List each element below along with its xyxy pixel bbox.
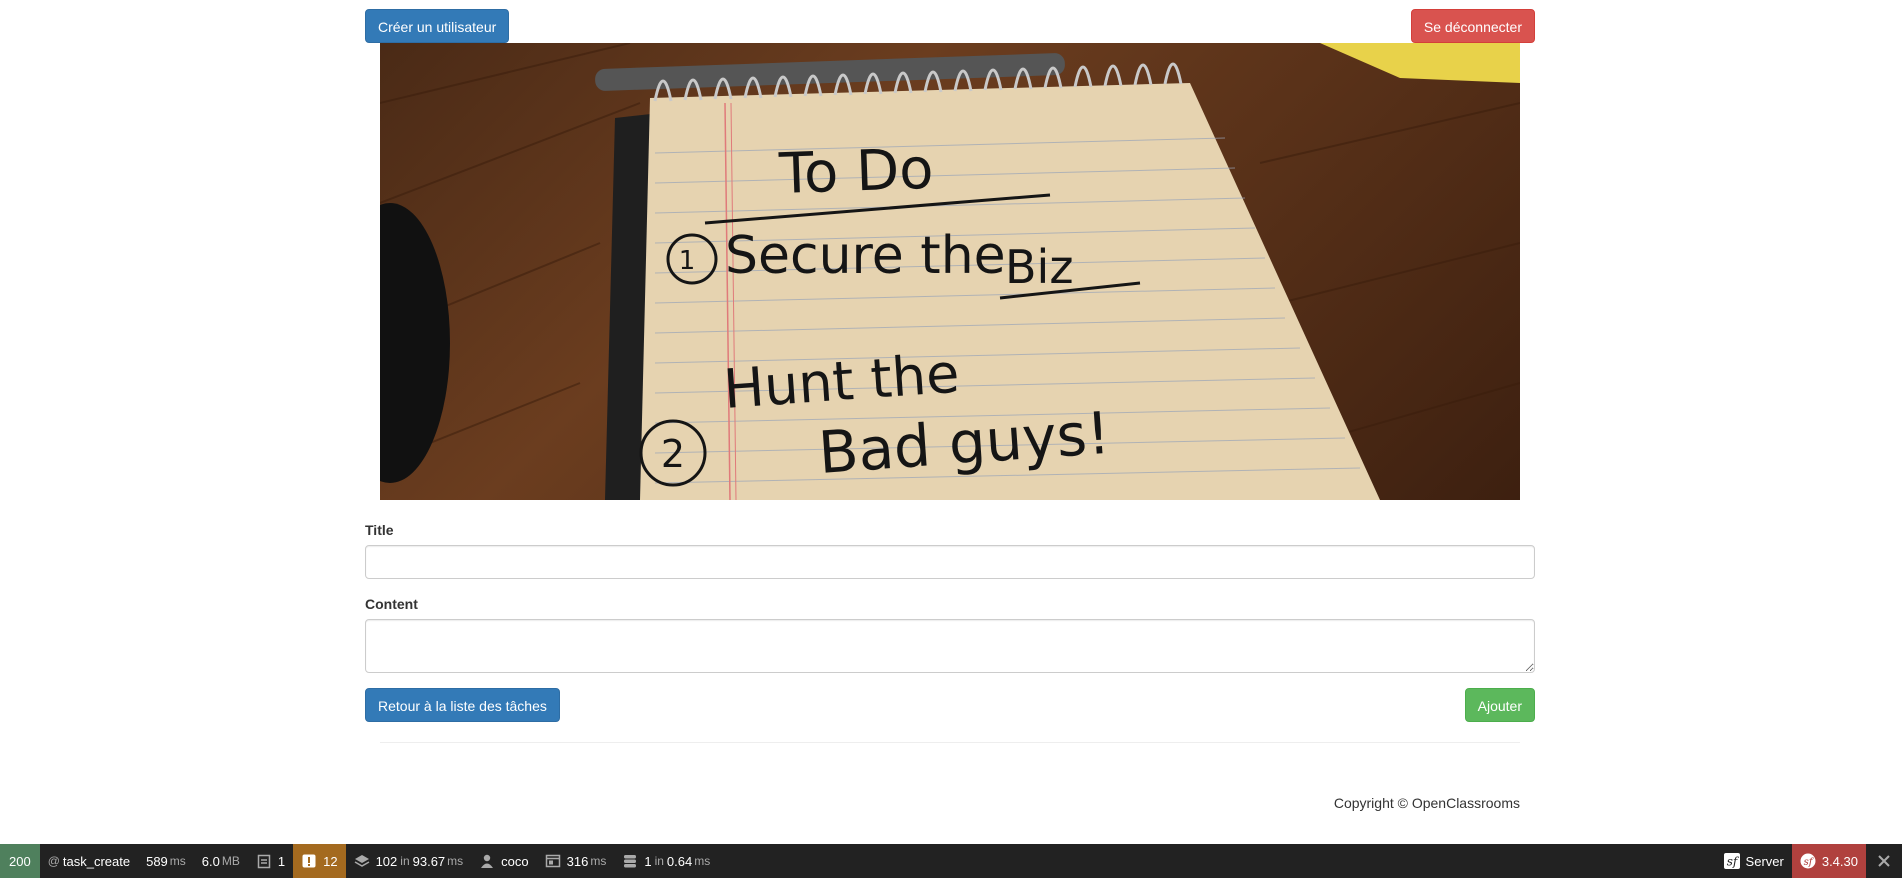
footer-divider bbox=[380, 742, 1520, 743]
server-block[interactable]: sf Server bbox=[1716, 844, 1792, 878]
forms-count: 1 bbox=[277, 853, 286, 869]
cache-in: in bbox=[400, 854, 410, 868]
title-input[interactable] bbox=[365, 545, 1535, 579]
user-name: coco bbox=[501, 853, 529, 869]
warnings-count: 12 bbox=[323, 853, 338, 869]
status-code-badge[interactable]: 200 bbox=[0, 844, 40, 878]
memory-unit: MB bbox=[221, 854, 240, 868]
twig-block[interactable]: 316 ms bbox=[537, 844, 615, 878]
layers-icon bbox=[354, 855, 369, 867]
svg-text:1: 1 bbox=[679, 246, 696, 276]
todo-line1-text: Secure the bbox=[725, 226, 1006, 286]
add-task-button[interactable]: Ajouter bbox=[1464, 688, 1535, 722]
forms-block[interactable]: 1 bbox=[248, 844, 293, 878]
alert-icon bbox=[302, 854, 316, 868]
db-time: 0.64 bbox=[666, 853, 693, 869]
time-unit: ms bbox=[169, 854, 186, 868]
create-user-button[interactable]: Créer un utilisateur bbox=[365, 9, 510, 43]
database-icon bbox=[624, 855, 637, 868]
svg-text:2: 2 bbox=[661, 432, 685, 476]
db-count: 1 bbox=[644, 853, 652, 869]
clipboard-icon bbox=[257, 854, 271, 869]
memory-block[interactable]: 6.0 MB bbox=[194, 844, 248, 878]
twig-unit: ms bbox=[590, 854, 607, 868]
cache-count: 102 bbox=[375, 853, 398, 869]
content-textarea[interactable] bbox=[365, 619, 1535, 673]
user-block[interactable]: coco bbox=[471, 844, 536, 878]
memory-value: 6.0 bbox=[201, 853, 220, 869]
content-label: Content bbox=[365, 596, 418, 612]
notepad-illustration: To Do 1 Secure the Biz Hunt the 2 Bad gu… bbox=[380, 43, 1520, 500]
db-unit: ms bbox=[694, 854, 711, 868]
todo-line1b-text: Biz bbox=[1005, 240, 1073, 294]
symfony-debug-toolbar: 200 @ task_create 589 ms 6.0 MB 1 12 102 bbox=[0, 844, 1902, 878]
twig-time: 316 bbox=[566, 853, 589, 869]
cache-block[interactable]: 102 in 93.67 ms bbox=[346, 844, 472, 878]
todo-heading-text: To Do bbox=[777, 137, 934, 207]
warnings-block[interactable]: 12 bbox=[293, 844, 346, 878]
copyright-text: Copyright © OpenClassrooms bbox=[1333, 795, 1520, 811]
template-icon bbox=[545, 854, 560, 868]
close-icon bbox=[1878, 855, 1890, 867]
server-label: Server bbox=[1745, 853, 1784, 869]
user-icon bbox=[481, 854, 494, 868]
symfony-badge-icon: sf bbox=[1800, 853, 1816, 869]
route-name: task_create bbox=[62, 853, 131, 869]
hero-image: To Do 1 Secure the Biz Hunt the 2 Bad gu… bbox=[380, 43, 1520, 500]
logout-button[interactable]: Se déconnecter bbox=[1410, 9, 1535, 43]
database-block[interactable]: 1 in 0.64 ms bbox=[614, 844, 718, 878]
symfony-logo-icon: sf bbox=[1723, 853, 1740, 869]
back-to-tasks-button[interactable]: Retour à la liste des tâches bbox=[365, 688, 560, 722]
symfony-version: 3.4.30 bbox=[1821, 853, 1858, 869]
time-value: 589 bbox=[146, 853, 168, 869]
status-code: 200 bbox=[9, 853, 31, 869]
title-label: Title bbox=[365, 522, 394, 538]
time-block[interactable]: 589 ms bbox=[138, 844, 194, 878]
toolbar-close-button[interactable] bbox=[1866, 844, 1902, 878]
db-in: in bbox=[654, 854, 664, 868]
route-block[interactable]: @ task_create bbox=[40, 844, 138, 878]
cache-unit: ms bbox=[447, 854, 464, 868]
route-prefix: @ bbox=[47, 854, 60, 868]
cache-time: 93.67 bbox=[412, 853, 446, 869]
version-block[interactable]: sf 3.4.30 bbox=[1791, 844, 1866, 878]
